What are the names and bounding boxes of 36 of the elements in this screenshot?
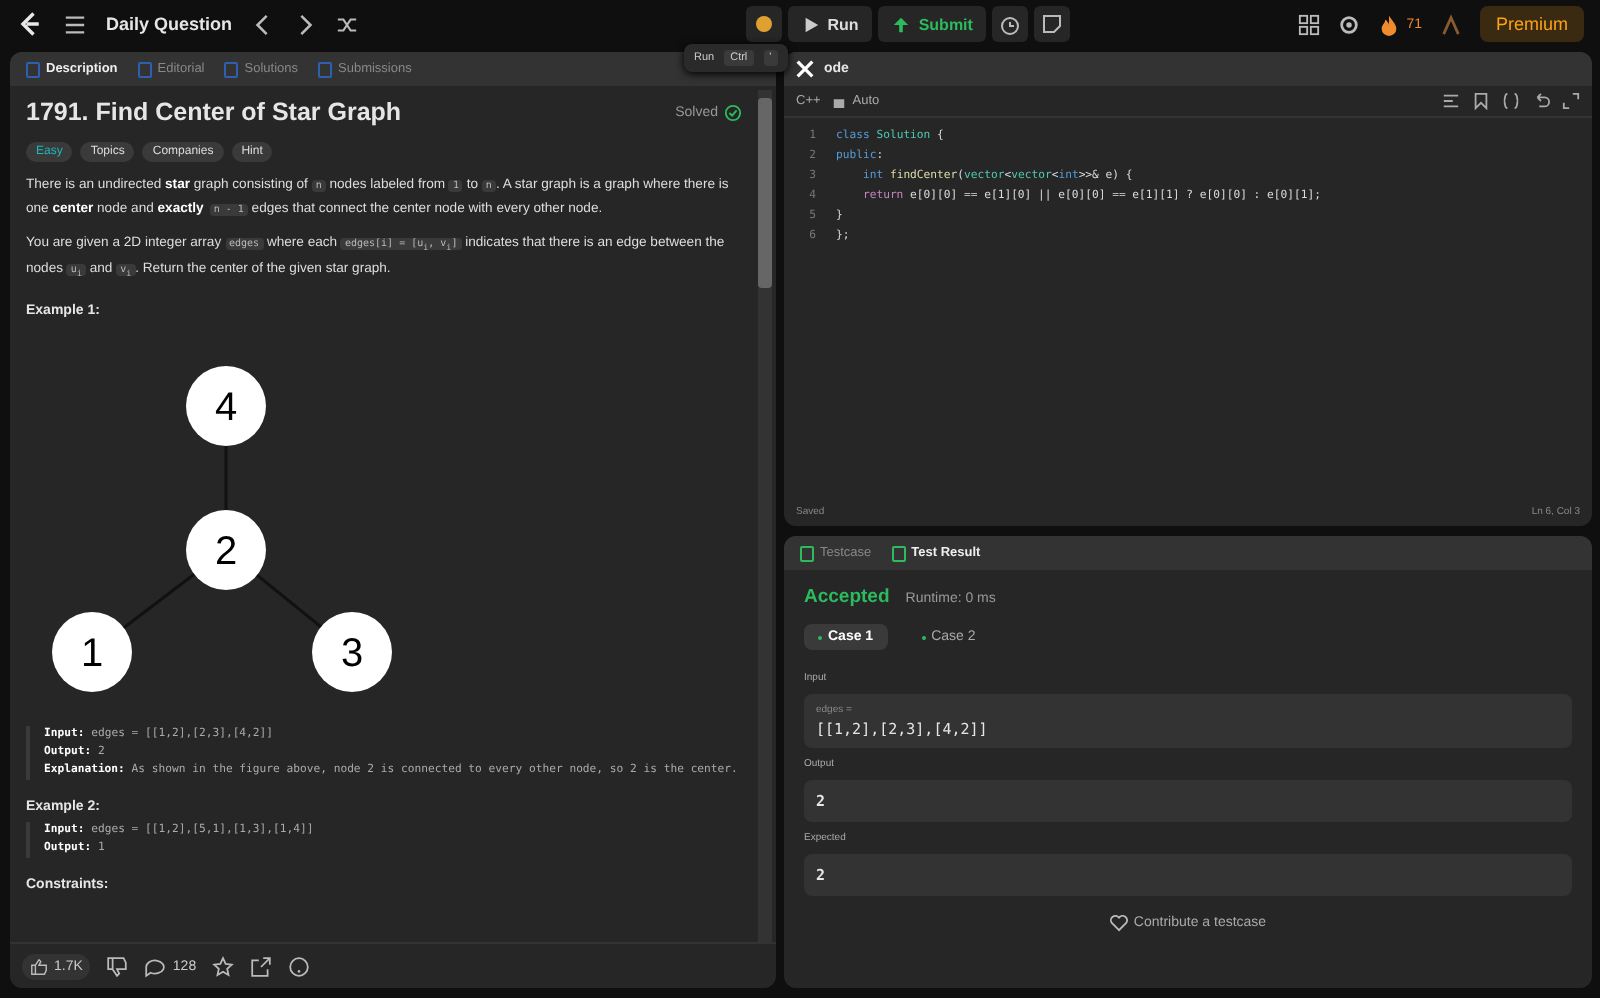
- list-icon[interactable]: [64, 13, 86, 35]
- close-icon[interactable]: [794, 58, 816, 80]
- debug-icon[interactable]: [745, 6, 782, 42]
- alarm-clock-icon[interactable]: [992, 6, 1029, 42]
- graph-node: 4: [186, 366, 266, 446]
- graph-node: 3: [312, 612, 392, 692]
- share-icon[interactable]: [250, 955, 273, 977]
- settings-icon[interactable]: [1338, 13, 1361, 35]
- comment-icon[interactable]: [144, 955, 167, 977]
- play-icon: [801, 15, 820, 33]
- check-circle-icon: [724, 103, 742, 121]
- heart-icon: [1109, 914, 1128, 932]
- graph-node: 2: [186, 510, 266, 590]
- shuffle-icon[interactable]: [336, 13, 359, 35]
- note-icon[interactable]: [1034, 6, 1071, 42]
- star-icon[interactable]: [212, 955, 235, 977]
- bookmark-icon[interactable]: [1472, 92, 1490, 110]
- upload-icon: [892, 15, 911, 33]
- expand-icon[interactable]: [1562, 92, 1580, 110]
- run-button[interactable]: Run: [787, 6, 873, 42]
- dislike-icon[interactable]: [106, 955, 129, 977]
- thumbs-up-icon: [30, 957, 48, 975]
- submit-button[interactable]: Submit: [878, 6, 987, 42]
- lock-icon: [832, 94, 847, 108]
- premium-button[interactable]: Premium: [1479, 6, 1584, 42]
- verdict-label: Accepted: [804, 586, 890, 608]
- flame-icon[interactable]: [1378, 13, 1401, 35]
- undo-icon[interactable]: [1532, 92, 1550, 110]
- daily-question-title[interactable]: Daily Question: [106, 14, 233, 34]
- scrollbar-thumb[interactable]: [758, 98, 772, 288]
- graph-node: 1: [52, 612, 132, 692]
- problem-title: 1791. Find Center of Star Graph: [26, 98, 404, 126]
- braces-icon[interactable]: [1502, 92, 1520, 110]
- help-icon[interactable]: [288, 955, 311, 977]
- layout-icon[interactable]: [1298, 13, 1321, 35]
- format-icon[interactable]: [1442, 92, 1460, 110]
